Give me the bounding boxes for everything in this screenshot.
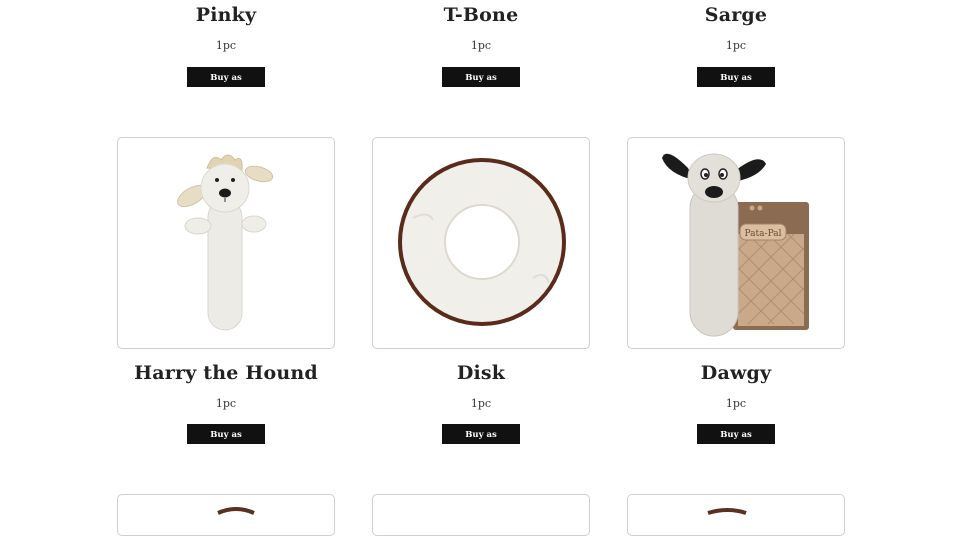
product-image-card[interactable]: [372, 137, 590, 349]
buy-as-retailer-button[interactable]: Buy as Retailer: [697, 67, 775, 103]
package-brand-label: Pata-Pal: [745, 229, 782, 239]
product-name: Disk: [456, 362, 506, 384]
product-name: Pinky: [195, 4, 257, 26]
product-image-card[interactable]: [117, 137, 335, 349]
product-image-card[interactable]: [372, 494, 590, 536]
product-name: T-Bone: [443, 4, 519, 26]
product-quantity: 1pc: [470, 397, 492, 410]
product-image: [707, 508, 747, 515]
product-name: Sarge: [704, 4, 768, 26]
product-name: Dawgy: [700, 362, 772, 384]
product-image: [217, 507, 255, 515]
buy-as-retailer-button[interactable]: Buy as Retailer: [442, 67, 520, 103]
product-name: Harry the Hound: [134, 362, 318, 384]
buy-as-retailer-button[interactable]: Buy as Retailer: [697, 424, 775, 460]
product-quantity: 1pc: [725, 397, 747, 410]
product-quantity: 1pc: [215, 397, 237, 410]
product-image-card[interactable]: [117, 494, 335, 536]
plush-dog-stick-image: [177, 154, 274, 331]
product-image-card[interactable]: Pata-Pal: [627, 137, 845, 349]
product-quantity: 1pc: [470, 39, 492, 52]
buy-as-retailer-button[interactable]: Buy as Retailer: [187, 67, 265, 103]
product-image-card[interactable]: [627, 494, 845, 536]
plush-dog-with-package-image: Pata-Pal: [662, 153, 809, 337]
product-quantity: 1pc: [725, 39, 747, 52]
buy-as-retailer-button[interactable]: Buy as Retailer: [442, 424, 520, 460]
product-quantity: 1pc: [215, 39, 237, 52]
buy-as-retailer-button[interactable]: Buy as Retailer: [187, 424, 265, 460]
plush-ring-disk-image: [398, 158, 566, 326]
